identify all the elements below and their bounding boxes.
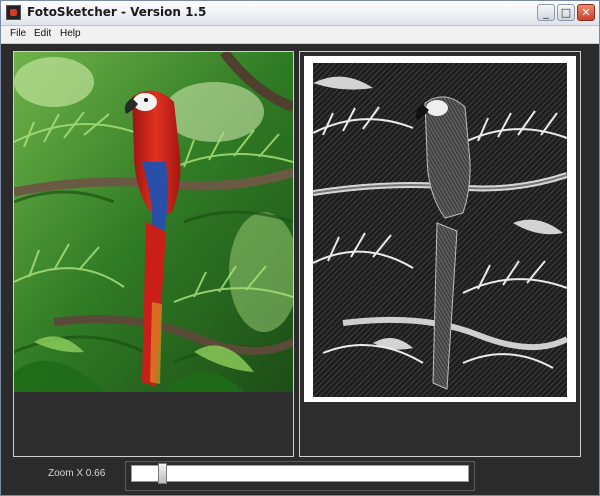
parrot-photo-image — [14, 52, 293, 392]
zoom-slider[interactable] — [131, 463, 469, 484]
close-button[interactable]: ✕ — [577, 4, 595, 21]
zoom-label: Zoom X 0.66 — [48, 468, 106, 479]
fotosketcher-app-icon[interactable] — [6, 5, 21, 20]
original-photo[interactable] — [14, 52, 293, 392]
zoom-slider-thumb[interactable] — [158, 463, 167, 484]
app-window: FotoSketcher - Version 1.5 _ □ ✕ File Ed… — [0, 0, 600, 496]
sketch-image — [313, 63, 567, 397]
title-bar[interactable]: FotoSketcher - Version 1.5 _ □ ✕ — [1, 1, 599, 26]
maximize-button[interactable]: □ — [557, 4, 575, 21]
status-bar: Zoom X 0.66 — [1, 461, 599, 495]
sketch-frame — [304, 56, 576, 402]
original-image-panel[interactable] — [13, 51, 294, 457]
menu-help[interactable]: Help — [60, 28, 81, 39]
zoom-slider-box — [125, 461, 475, 491]
minimize-button[interactable]: _ — [537, 4, 555, 21]
menu-bar: File Edit Help — [1, 26, 599, 44]
menu-file[interactable]: File — [10, 28, 26, 39]
menu-edit[interactable]: Edit — [34, 28, 51, 39]
window-title: FotoSketcher - Version 1.5 — [27, 5, 207, 19]
sketch-image-panel[interactable] — [299, 51, 581, 457]
sketch-preview[interactable] — [313, 63, 567, 397]
